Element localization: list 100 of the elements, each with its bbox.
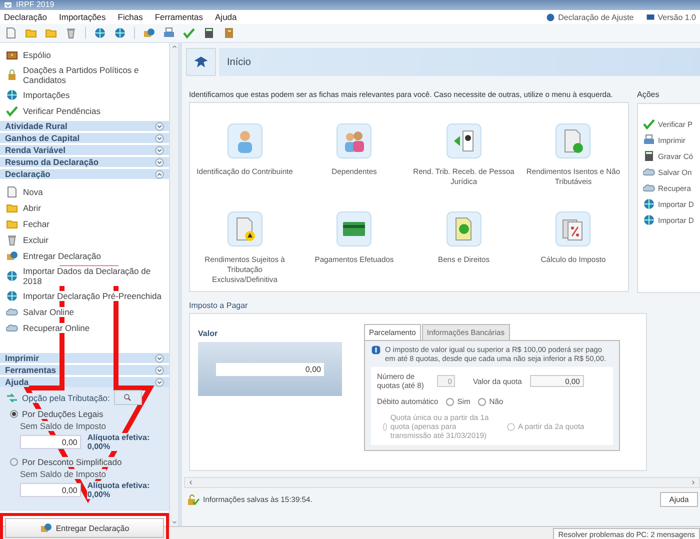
sidebar-item[interactable]: Importar Declaração Pré-Preenchida: [23, 291, 162, 301]
cloud-icon: [643, 166, 655, 178]
expand-icon: [155, 366, 164, 374]
document-icon: [6, 186, 18, 198]
printer-icon: [643, 134, 655, 146]
scrollbar[interactable]: [169, 43, 178, 526]
section-title: Atividade Rural: [5, 121, 68, 131]
menu-item[interactable]: Ajuda: [215, 12, 237, 22]
arrow-person-icon: [446, 123, 482, 159]
section-title: Resumo da Declaração: [5, 157, 99, 167]
scroll-down-icon: [170, 519, 178, 526]
scroll-right-icon: [690, 479, 697, 486]
document-warning-icon: [226, 211, 263, 247]
section-header[interactable]: Declaração: [0, 169, 169, 179]
printer-icon: [163, 27, 175, 39]
open-folder-icon: [25, 27, 37, 39]
sidebar-item[interactable]: Entregar Declaração: [23, 251, 101, 261]
chest-icon: [6, 49, 18, 61]
open-folder-icon: [6, 202, 18, 214]
globe-icon: [643, 198, 655, 210]
padlock-check-icon: [186, 494, 200, 506]
package-globe-icon: [40, 522, 52, 534]
calculator-icon: [643, 150, 655, 162]
section-title: Ajuda: [5, 377, 29, 387]
section-header[interactable]: Atividade Rural: [0, 121, 169, 131]
menu-item[interactable]: Importações: [59, 12, 106, 22]
folder-icon: [6, 218, 18, 230]
radio-button[interactable]: [10, 410, 18, 418]
document-coin-icon: [446, 211, 482, 247]
expand-icon: [155, 134, 164, 142]
package-globe-icon: [6, 250, 18, 262]
scroll-left-icon: [187, 479, 194, 486]
submit-button[interactable]: Entregar Declaração: [5, 518, 164, 538]
page-title: Início: [227, 56, 251, 68]
check-icon: [6, 105, 18, 117]
value-field[interactable]: 0,00: [20, 483, 82, 497]
document-check-icon: [555, 123, 592, 159]
expand-icon: [155, 158, 164, 166]
trash-icon: [6, 234, 18, 246]
monitor-icon: [646, 12, 655, 22]
people-icon: [336, 123, 372, 159]
section-title: Imposto a Pagar: [189, 301, 249, 310]
package-globe-icon: [143, 27, 155, 39]
section-title: Renda Variável: [5, 145, 66, 155]
expand-icon: [155, 146, 164, 154]
cloud-icon: [643, 182, 655, 194]
value-label: Valor: [198, 329, 219, 338]
option-label: Por Deduções Legais: [22, 409, 104, 419]
sidebar-item[interactable]: Abrir: [23, 203, 41, 213]
info-icon: [371, 345, 381, 355]
sidebar-item[interactable]: Verificar Pendências: [23, 106, 100, 116]
cloud-icon: [6, 322, 18, 334]
menu-item[interactable]: Declaração: [4, 12, 47, 22]
radio-button[interactable]: [478, 398, 486, 406]
sidebar-item[interactable]: Excluir: [23, 235, 49, 245]
sidebar-item[interactable]: Fechar: [23, 219, 50, 229]
sidebar-item[interactable]: Espólio: [23, 50, 51, 60]
taxation-label: Opção pela Tributação:: [22, 392, 110, 402]
search-button[interactable]: [114, 390, 142, 405]
padlock-icon: [6, 69, 18, 81]
search-icon: [123, 393, 132, 402]
check-icon: [643, 118, 655, 130]
new-document-icon: [5, 27, 17, 39]
folder-icon: [45, 27, 57, 39]
actions-title: Ações: [637, 90, 660, 99]
sidebar-item[interactable]: Importações: [23, 90, 70, 100]
collapse-icon: [155, 170, 164, 178]
section-title: Declaração: [5, 169, 50, 179]
value-field[interactable]: 0,00: [216, 362, 324, 376]
globe-icon: [6, 89, 18, 101]
check-icon: [183, 27, 195, 39]
scrollbar[interactable]: [184, 477, 700, 488]
header-link[interactable]: Versão 1.0: [658, 12, 696, 22]
value-field[interactable]: 0,00: [20, 435, 82, 449]
person-icon: [226, 123, 263, 159]
section-header[interactable]: Renda Variável: [0, 145, 169, 155]
section-title: Ferramentas: [5, 365, 56, 375]
section-header[interactable]: Resumo da Declaração: [0, 157, 169, 167]
globe-icon: [94, 27, 106, 39]
app-logo-icon: [3, 1, 13, 9]
menu-item[interactable]: Ferramentas: [154, 12, 204, 22]
sidebar-item[interactable]: Salvar Online: [23, 307, 74, 317]
header-link[interactable]: Declaração de Ajuste: [558, 12, 634, 22]
calculator-icon: [203, 27, 215, 39]
radio-button[interactable]: [446, 398, 454, 406]
expand-icon: [155, 378, 164, 386]
section-header[interactable]: Ajuda: [0, 377, 169, 387]
section-header[interactable]: Ganhos de Capital: [0, 133, 169, 143]
section-header[interactable]: Ferramentas: [0, 365, 169, 375]
sidebar-item[interactable]: Nova: [23, 187, 43, 197]
section-title: Imprimir: [5, 353, 40, 363]
globe-icon: [6, 270, 18, 282]
option-caption: Sem Saldo de Imposto: [20, 469, 106, 479]
menu-item[interactable]: Fichas: [118, 12, 143, 22]
radio-button[interactable]: [10, 458, 18, 466]
sidebar-item[interactable]: Recuperar Online: [23, 323, 90, 333]
scroll-up-icon: [170, 43, 178, 50]
trash-icon: [65, 27, 77, 39]
section-title: Ganhos de Capital: [5, 133, 80, 143]
section-header[interactable]: Imprimir: [0, 353, 169, 363]
